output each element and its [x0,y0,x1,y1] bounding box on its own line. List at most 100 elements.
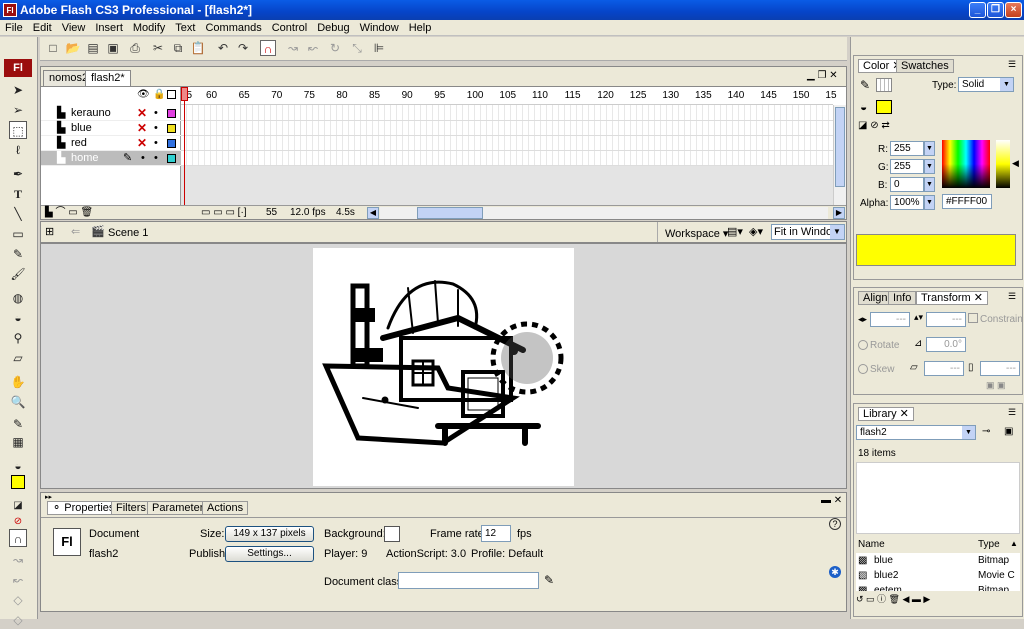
smooth-option-icon[interactable]: ↝ [9,551,27,569]
brightness-slider[interactable] [996,140,1010,188]
zoom-tool-icon[interactable]: 🔍 [9,393,27,411]
panel-menu-icon[interactable]: ☰ [1008,291,1016,302]
straighten-option-icon[interactable]: ↜ [9,571,27,589]
fill-bucket-icon[interactable]: ◒ [9,457,27,475]
rotate-input[interactable]: 0.0° [926,337,966,352]
alpha-input[interactable]: 100% [890,195,924,210]
lock-dot[interactable]: • [154,106,158,121]
option2-icon[interactable]: ◇ [9,611,27,629]
library-document-select[interactable]: flash2 ▼ [856,425,976,440]
smooth-icon[interactable]: ↝ [285,40,301,56]
pen-tool-icon[interactable]: ✒ [9,165,27,183]
menu-text[interactable]: Text [170,20,200,36]
lock-dot[interactable]: • [154,151,158,166]
layer-color-box[interactable] [167,124,176,133]
size-button[interactable]: 149 x 137 pixels [225,526,314,542]
menu-commands[interactable]: Commands [200,20,266,36]
skew-horizontal-input[interactable]: --- [924,361,964,376]
layer-row[interactable]: ▙ blue ✕ • [41,121,181,136]
layer-row[interactable]: ▙ kerauno ✕ • [41,106,181,121]
chevron-down-icon[interactable]: ▼ [1000,78,1013,91]
line-tool-icon[interactable]: ╲ [9,205,27,223]
outline-icon[interactable] [167,90,176,99]
col-name-header[interactable]: Name [858,539,885,550]
zoom-select[interactable]: Fit in Window ▼ [771,224,845,240]
ink-bottle-tool-icon[interactable]: ◍ [9,289,27,307]
menu-edit[interactable]: Edit [28,20,57,36]
lasso-tool-icon[interactable]: ℓ [9,141,27,159]
menu-control[interactable]: Control [267,20,312,36]
close-button[interactable]: × [1005,2,1022,18]
vscroll-thumb[interactable] [835,107,845,187]
menu-insert[interactable]: Insert [90,20,128,36]
brightness-arrow-icon[interactable]: ◀ [1012,158,1019,169]
lock-dot[interactable]: • [154,121,158,136]
scroll-left-button[interactable]: ◀ [367,207,379,219]
edit-symbols-icon[interactable]: ▤▾ [727,225,743,238]
paste-icon[interactable]: 📋 [190,40,206,56]
green-stepper[interactable]: ▼ [924,159,935,174]
fill-bucket-icon[interactable]: ◒ [860,100,867,114]
stroke-swatch[interactable]: ▦ [9,433,27,451]
library-bottom-toolbar[interactable]: ↺ ▭ ⓘ 🗑 ◀ ▬ ▶ [856,592,1020,606]
copy-transform-icons[interactable]: ▣ ▣ [986,380,1006,391]
cut-icon[interactable]: ✂ [150,40,166,56]
hidden-x-icon[interactable]: ✕ [137,121,147,136]
straighten-icon[interactable]: ↜ [305,40,321,56]
open-remote-icon[interactable]: ▤ [85,40,101,56]
snap-magnet-icon[interactable]: ∩ [260,40,276,56]
fill-swatch[interactable] [11,475,25,489]
panel-menu-icon[interactable]: ☰ [1008,59,1016,70]
tab-info[interactable]: Info [888,291,917,305]
layer-row[interactable]: ▙ red ✕ • [41,136,181,151]
tab-transform[interactable]: Transform ✕ [916,291,988,305]
stroke-color-swatch[interactable] [876,78,892,92]
menu-debug[interactable]: Debug [312,20,354,36]
insert-layer-icon[interactable]: ▙ ⌒ ▭ 🗑 [45,206,93,220]
layer-color-box[interactable] [167,154,176,163]
stroke-pencil-icon[interactable]: ✎ [860,78,870,92]
stage[interactable] [313,248,574,486]
align-icon[interactable]: ⊫ [371,40,387,56]
fill-color-swatch[interactable] [876,100,892,114]
ship-house-artwork[interactable] [313,248,574,486]
doc-window-controls[interactable]: ▁ ❐ ✕ [807,70,838,81]
edit-class-pencil-icon[interactable]: ✎ [544,573,554,587]
rectangle-tool-icon[interactable]: ▭ [9,225,27,243]
snap-to-objects-icon[interactable]: ∩ [9,529,27,547]
panel-menu-icon[interactable]: ☰ [1008,407,1016,418]
type-select[interactable]: Solid ▼ [958,77,1014,92]
pin-library-icon[interactable]: ⊸ [982,426,990,437]
lock-icon[interactable]: 🔒 [153,89,165,100]
background-color-swatch[interactable] [384,526,400,542]
tab-flash2[interactable]: flash2* [85,70,131,87]
frames-grid[interactable]: 5560657075808590951001051101151201251301… [181,87,837,205]
hidden-x-icon[interactable]: ✕ [137,136,147,151]
hscroll-thumb[interactable] [417,207,483,219]
tab-swatches[interactable]: Swatches [896,59,954,73]
green-input[interactable]: 255 [890,159,924,174]
publish-settings-button[interactable]: Settings... [225,546,314,562]
selection-tool-icon[interactable]: ➤ [9,81,27,99]
timeline-toggle-icon[interactable]: ⊞ [45,225,54,238]
chevron-down-icon[interactable]: ▼ [830,225,844,239]
stroke-color-icon[interactable]: ✎ [9,415,27,433]
frame-rate-input[interactable]: 12 [481,525,511,542]
blue-input[interactable]: 0 [890,177,924,192]
frame-ruler[interactable]: 5560657075808590951001051101151201251301… [181,87,837,105]
tab-filters[interactable]: Filters [111,501,151,515]
black-white-swap-icons[interactable]: ◪ ⊘ ⇄ [858,120,890,131]
back-arrow-icon[interactable]: ⇐ [71,225,80,238]
library-item[interactable]: ▧ blue2 Movie C [856,568,1020,583]
layer-row-selected[interactable]: ▙ home ✎ • • [41,151,181,166]
redo-icon[interactable]: ↷ [235,40,251,56]
accessibility-icon[interactable]: ✱ [829,566,841,578]
width-input[interactable]: --- [870,312,910,327]
undo-icon[interactable]: ↶ [215,40,231,56]
constrain-checkbox[interactable] [968,313,978,323]
hidden-x-icon[interactable]: ✕ [137,106,147,121]
brush-tool-icon[interactable]: 🖌 [9,265,27,283]
help-icon[interactable]: ? [829,518,841,530]
pencil-tool-icon[interactable]: ✎ [9,245,27,263]
chevron-down-icon[interactable]: ▼ [962,426,975,439]
